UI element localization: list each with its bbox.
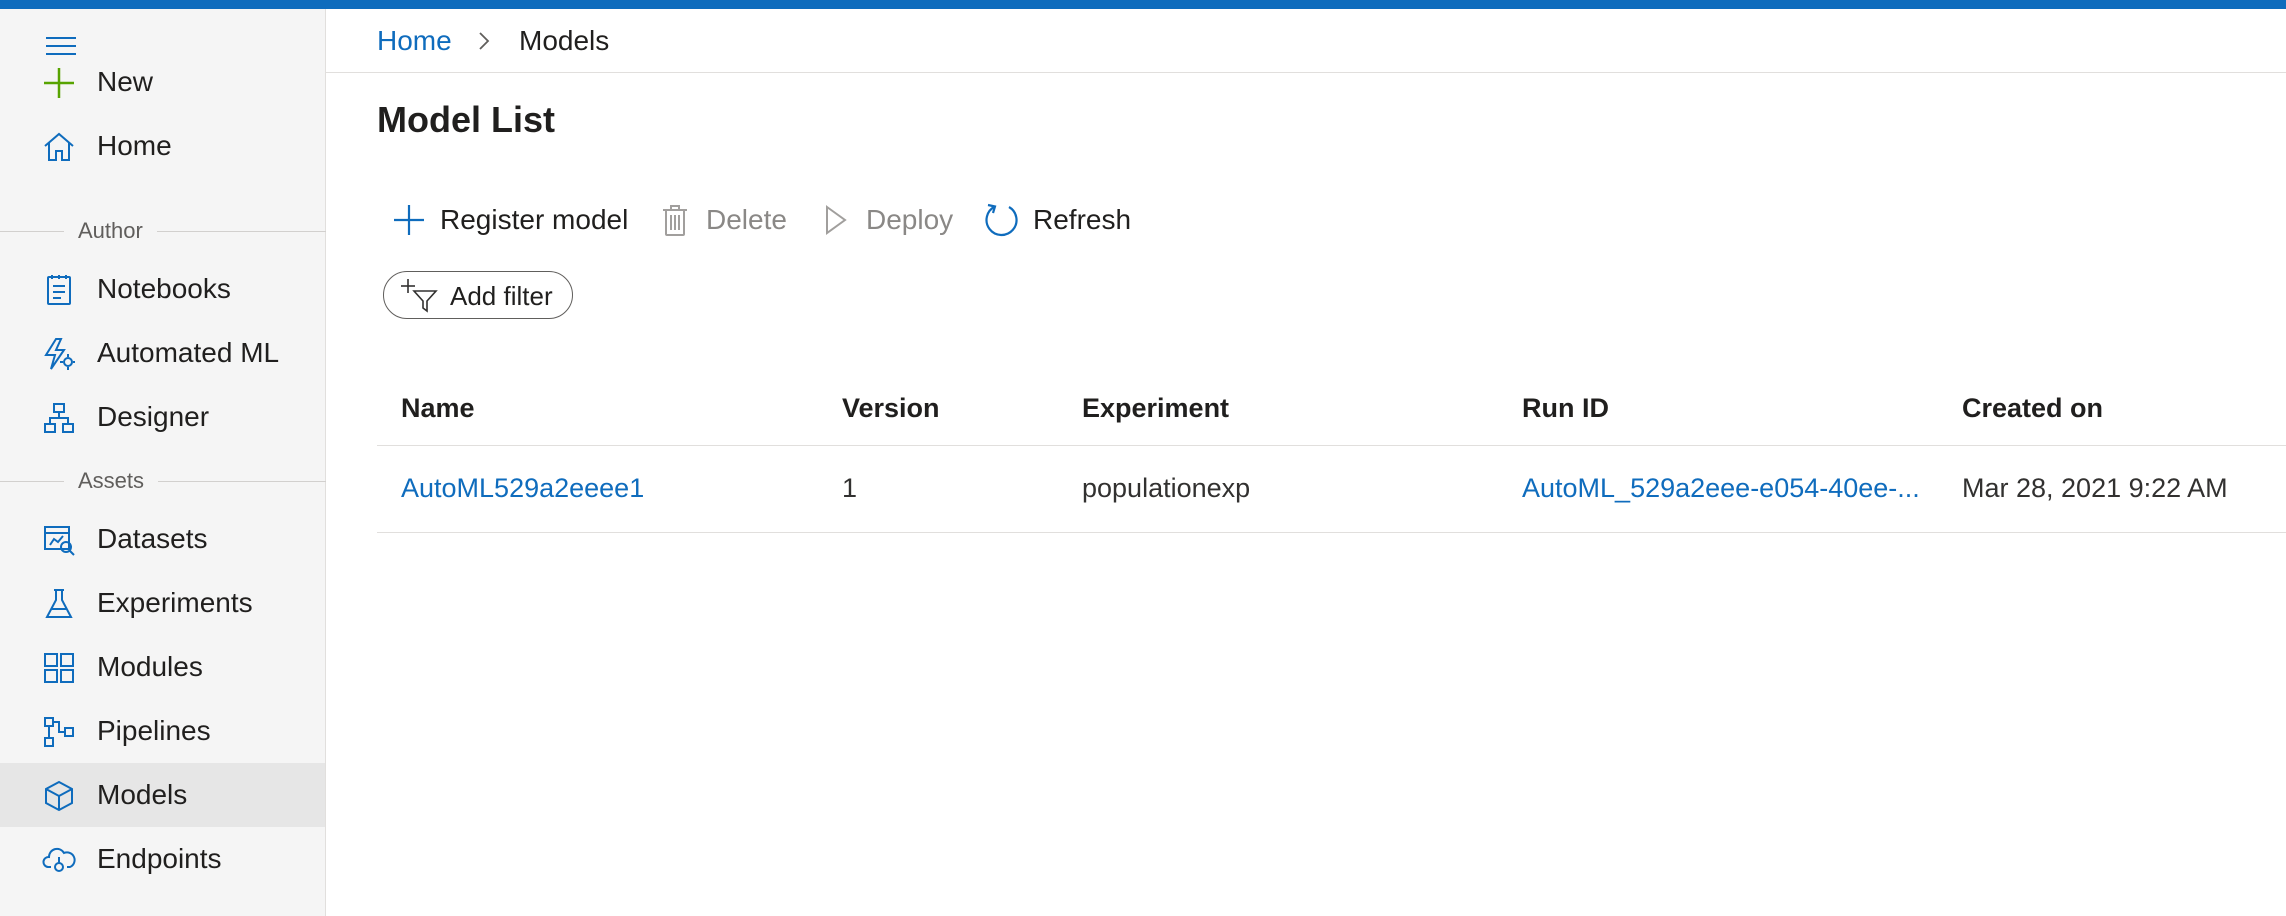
deploy-label: Deploy bbox=[866, 204, 954, 235]
nav-item-label: Designer bbox=[97, 401, 210, 432]
run-id-link[interactable]: AutoML_529a2eee-e054-40ee-... bbox=[1522, 470, 1920, 506]
home-icon bbox=[42, 130, 76, 164]
breadcrumb: Home Models bbox=[326, 9, 2286, 73]
section-header-assets: Assets bbox=[0, 467, 326, 495]
modules-icon bbox=[42, 651, 76, 685]
nav-item-endpoints[interactable]: Endpoints bbox=[0, 827, 325, 891]
nav-item-experiments[interactable]: Experiments bbox=[0, 571, 325, 635]
add-filter-label: Add filter bbox=[450, 281, 553, 311]
column-header-name[interactable]: Name bbox=[401, 390, 475, 426]
main-content: Home Models Model List Register model De… bbox=[326, 9, 2286, 916]
automated-ml-icon bbox=[42, 337, 76, 371]
chevron-right-icon bbox=[472, 29, 496, 53]
model-experiment: populationexp bbox=[1082, 473, 1251, 503]
column-header-version[interactable]: Version bbox=[842, 390, 940, 426]
plus-icon bbox=[42, 66, 76, 100]
table-header: Name Version Experiment Run ID Created o… bbox=[377, 374, 2286, 446]
nav-item-label: Automated ML bbox=[97, 337, 280, 368]
column-header-created-on[interactable]: Created on bbox=[1962, 390, 2103, 426]
plus-icon bbox=[390, 201, 428, 239]
deploy-button[interactable]: Deploy bbox=[816, 194, 953, 246]
nav-item-automated-ml[interactable]: Automated ML bbox=[0, 321, 325, 385]
nav-item-new[interactable]: New bbox=[0, 50, 325, 114]
nav-item-label: Experiments bbox=[97, 587, 253, 618]
nav-item-datasets[interactable]: Datasets bbox=[0, 507, 325, 571]
top-accent-bar bbox=[0, 0, 2286, 9]
column-header-run-id[interactable]: Run ID bbox=[1522, 390, 1609, 426]
trash-icon bbox=[656, 201, 694, 239]
section-header-author: Author bbox=[0, 217, 326, 245]
nav-item-label: New bbox=[97, 66, 154, 97]
cloud-endpoint-icon bbox=[42, 843, 76, 877]
dataset-icon bbox=[42, 523, 76, 557]
model-name-link[interactable]: AutoML529a2eeee1 bbox=[401, 470, 644, 506]
add-filter-button[interactable]: Add filter bbox=[383, 271, 573, 319]
breadcrumb-current: Models bbox=[519, 25, 610, 56]
nav-item-label: Pipelines bbox=[97, 715, 211, 746]
nav-item-label: Home bbox=[97, 130, 172, 161]
add-filter-icon bbox=[400, 277, 440, 315]
model-version: 1 bbox=[842, 473, 858, 503]
left-navigation: New Home Author Notebooks Automated ML D… bbox=[0, 9, 326, 916]
flask-icon bbox=[42, 587, 76, 621]
play-icon bbox=[816, 201, 854, 239]
nav-item-pipelines[interactable]: Pipelines bbox=[0, 699, 325, 763]
nav-item-models[interactable]: Models bbox=[0, 763, 325, 827]
section-title: Assets bbox=[64, 467, 159, 495]
column-header-experiment[interactable]: Experiment bbox=[1082, 390, 1229, 426]
notebook-icon bbox=[42, 273, 76, 307]
cube-icon bbox=[42, 779, 76, 813]
section-title: Author bbox=[64, 217, 157, 245]
table-row[interactable]: AutoML529a2eeee1 1 populationexp AutoML_… bbox=[377, 446, 2286, 533]
nav-item-notebooks[interactable]: Notebooks bbox=[0, 257, 325, 321]
nav-item-designer[interactable]: Designer bbox=[0, 385, 325, 449]
refresh-icon bbox=[983, 201, 1021, 239]
page-title: Model List bbox=[377, 99, 555, 140]
refresh-button[interactable]: Refresh bbox=[983, 194, 1131, 246]
nav-item-label: Models bbox=[97, 779, 188, 810]
nav-item-label: Modules bbox=[97, 651, 203, 682]
nav-item-modules[interactable]: Modules bbox=[0, 635, 325, 699]
register-model-label: Register model bbox=[440, 204, 629, 235]
register-model-button[interactable]: Register model bbox=[390, 194, 628, 246]
delete-label: Delete bbox=[706, 204, 787, 235]
nav-item-label: Notebooks bbox=[97, 273, 231, 304]
delete-button[interactable]: Delete bbox=[656, 194, 787, 246]
nav-item-home[interactable]: Home bbox=[0, 114, 325, 178]
designer-icon bbox=[42, 401, 76, 435]
created-on: Mar 28, 2021 9:22 AM bbox=[1962, 473, 2228, 503]
breadcrumb-home-link[interactable]: Home bbox=[377, 23, 452, 59]
nav-item-label: Datasets bbox=[97, 523, 208, 554]
nav-item-label: Endpoints bbox=[97, 843, 222, 874]
pipeline-icon bbox=[42, 715, 76, 749]
refresh-label: Refresh bbox=[1033, 204, 1132, 235]
